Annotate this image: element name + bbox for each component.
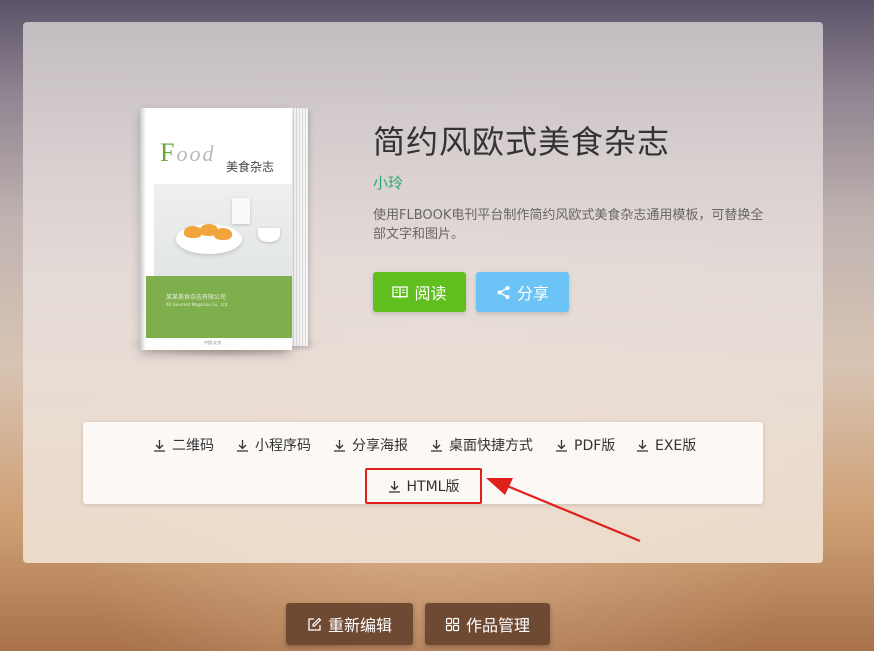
annotation-arrow bbox=[486, 478, 641, 543]
manage-label: 作品管理 bbox=[465, 616, 530, 635]
edit-again-button[interactable]: 重新编辑 bbox=[286, 603, 413, 645]
manage-works-button[interactable]: 作品管理 bbox=[425, 603, 550, 645]
edit-label: 重新编辑 bbox=[327, 616, 392, 635]
grid-icon bbox=[445, 617, 460, 632]
edit-icon bbox=[307, 617, 322, 632]
